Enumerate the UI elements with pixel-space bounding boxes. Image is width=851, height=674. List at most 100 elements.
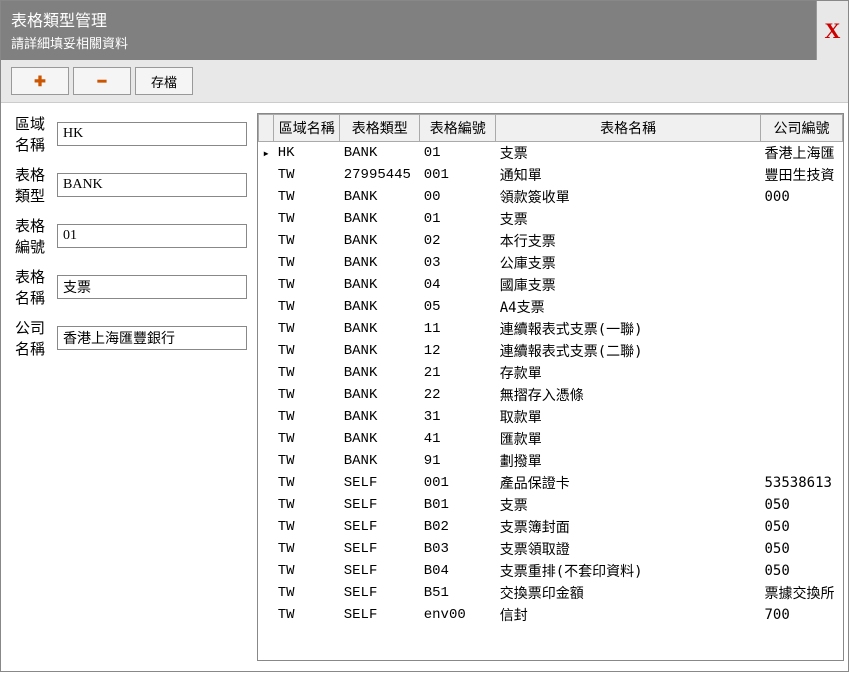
cell-company: 票據交換所 [761,582,843,604]
grid-header-region[interactable]: 區域名稱 [274,115,340,142]
content-area: 區域名稱 表格類型 表格編號 表格名稱 公司名稱 [1,103,848,671]
table-row[interactable]: TWBANK22無摺存入憑條 [259,384,843,406]
cell-type: BANK [340,230,420,252]
cell-name: 連續報表式支票(二聯) [496,340,761,362]
table-row[interactable]: TWSELFB02支票簿封面050 [259,516,843,538]
cell-type: BANK [340,186,420,208]
minus-icon: ━ [98,73,106,89]
cell-company: 豐田生技資 [761,164,843,186]
row-indicator-icon [259,406,274,428]
cell-no: 22 [420,384,496,406]
cell-type: SELF [340,582,420,604]
grid-header-type[interactable]: 表格類型 [340,115,420,142]
cell-company [761,274,843,296]
cell-type: SELF [340,604,420,626]
cell-no: env00 [420,604,496,626]
label-name: 表格名稱 [15,266,57,308]
cell-type: BANK [340,208,420,230]
table-row[interactable]: TWSELFB04支票重排(不套印資料)050 [259,560,843,582]
row-indicator-icon [259,560,274,582]
cell-type: BANK [340,428,420,450]
table-row[interactable]: TWBANK12連續報表式支票(二聯) [259,340,843,362]
row-indicator-icon [259,472,274,494]
row-indicator-icon: ▸ [259,142,274,165]
cell-no: 03 [420,252,496,274]
input-no[interactable] [57,224,247,248]
row-indicator-icon [259,384,274,406]
input-type[interactable] [57,173,247,197]
cell-region: TW [274,274,340,296]
cell-no: 12 [420,340,496,362]
cell-company: 050 [761,516,843,538]
table-row[interactable]: TWSELF001產品保證卡53538613 [259,472,843,494]
table-row[interactable]: TWBANK91劃撥單 [259,450,843,472]
table-row[interactable]: TWBANK04國庫支票 [259,274,843,296]
grid-header-no[interactable]: 表格編號 [420,115,496,142]
table-row[interactable]: TWSELFB03支票領取證050 [259,538,843,560]
close-button[interactable]: X [816,1,848,60]
cell-company [761,428,843,450]
table-row[interactable]: TWBANK01支票 [259,208,843,230]
cell-region: TW [274,164,340,186]
cell-type: BANK [340,142,420,165]
table-row[interactable]: ▸HKBANK01支票香港上海匯 [259,142,843,165]
cell-company: 53538613 [761,472,843,494]
save-button[interactable]: 存檔 [135,67,193,95]
table-row[interactable]: TWBANK03公庫支票 [259,252,843,274]
add-button[interactable]: ✚ [11,67,69,95]
app-window: 表格類型管理 請詳細填妥相關資料 X ✚ ━ 存檔 區域名稱 表格類型 表格編號 [0,0,849,672]
table-row[interactable]: TWSELFB51交換票印金額票據交換所 [259,582,843,604]
cell-no: 21 [420,362,496,384]
row-indicator-icon [259,164,274,186]
cell-region: TW [274,384,340,406]
cell-region: TW [274,252,340,274]
cell-name: 支票 [496,494,761,516]
table-row[interactable]: TWBANK02本行支票 [259,230,843,252]
table-row[interactable]: TWBANK00領款簽收單000 [259,186,843,208]
cell-type: BANK [340,362,420,384]
cell-company [761,450,843,472]
cell-region: TW [274,186,340,208]
table-row[interactable]: TW27995445001通知單豐田生技資 [259,164,843,186]
cell-no: 01 [420,208,496,230]
cell-company: 香港上海匯 [761,142,843,165]
table-row[interactable]: TWBANK05A4支票 [259,296,843,318]
cell-region: TW [274,560,340,582]
form-row-name: 表格名稱 [15,266,247,308]
grid-header-name[interactable]: 表格名稱 [496,115,761,142]
cell-company: 050 [761,560,843,582]
cell-name: A4支票 [496,296,761,318]
table-row[interactable]: TWSELFB01支票050 [259,494,843,516]
cell-company [761,384,843,406]
input-company[interactable] [57,326,247,350]
row-indicator-icon [259,186,274,208]
form-row-company: 公司名稱 [15,317,247,359]
input-region[interactable] [57,122,247,146]
table-row[interactable]: TWBANK41匯款單 [259,428,843,450]
cell-name: 支票簿封面 [496,516,761,538]
cell-name: 存款單 [496,362,761,384]
label-company: 公司名稱 [15,317,57,359]
cell-company: 000 [761,186,843,208]
row-indicator-icon [259,230,274,252]
grid-header-row: 區域名稱 表格類型 表格編號 表格名稱 公司編號 [259,115,843,142]
cell-type: SELF [340,516,420,538]
grid-table: 區域名稱 表格類型 表格編號 表格名稱 公司編號 ▸HKBANK01支票香港上海… [258,114,843,626]
cell-no: B03 [420,538,496,560]
input-name[interactable] [57,275,247,299]
table-row[interactable]: TWBANK21存款單 [259,362,843,384]
cell-no: 001 [420,472,496,494]
table-row[interactable]: TWBANK11連續報表式支票(一聯) [259,318,843,340]
cell-no: 001 [420,164,496,186]
cell-no: B51 [420,582,496,604]
cell-name: 領款簽收單 [496,186,761,208]
table-row[interactable]: TWBANK31取款單 [259,406,843,428]
cell-no: 00 [420,186,496,208]
form-panel: 區域名稱 表格類型 表格編號 表格名稱 公司名稱 [15,113,247,661]
table-row[interactable]: TWSELFenv00信封700 [259,604,843,626]
cell-region: TW [274,604,340,626]
remove-button[interactable]: ━ [73,67,131,95]
grid-header-company[interactable]: 公司編號 [761,115,843,142]
cell-no: 91 [420,450,496,472]
grid-scroll[interactable]: 區域名稱 表格類型 表格編號 表格名稱 公司編號 ▸HKBANK01支票香港上海… [258,114,843,660]
